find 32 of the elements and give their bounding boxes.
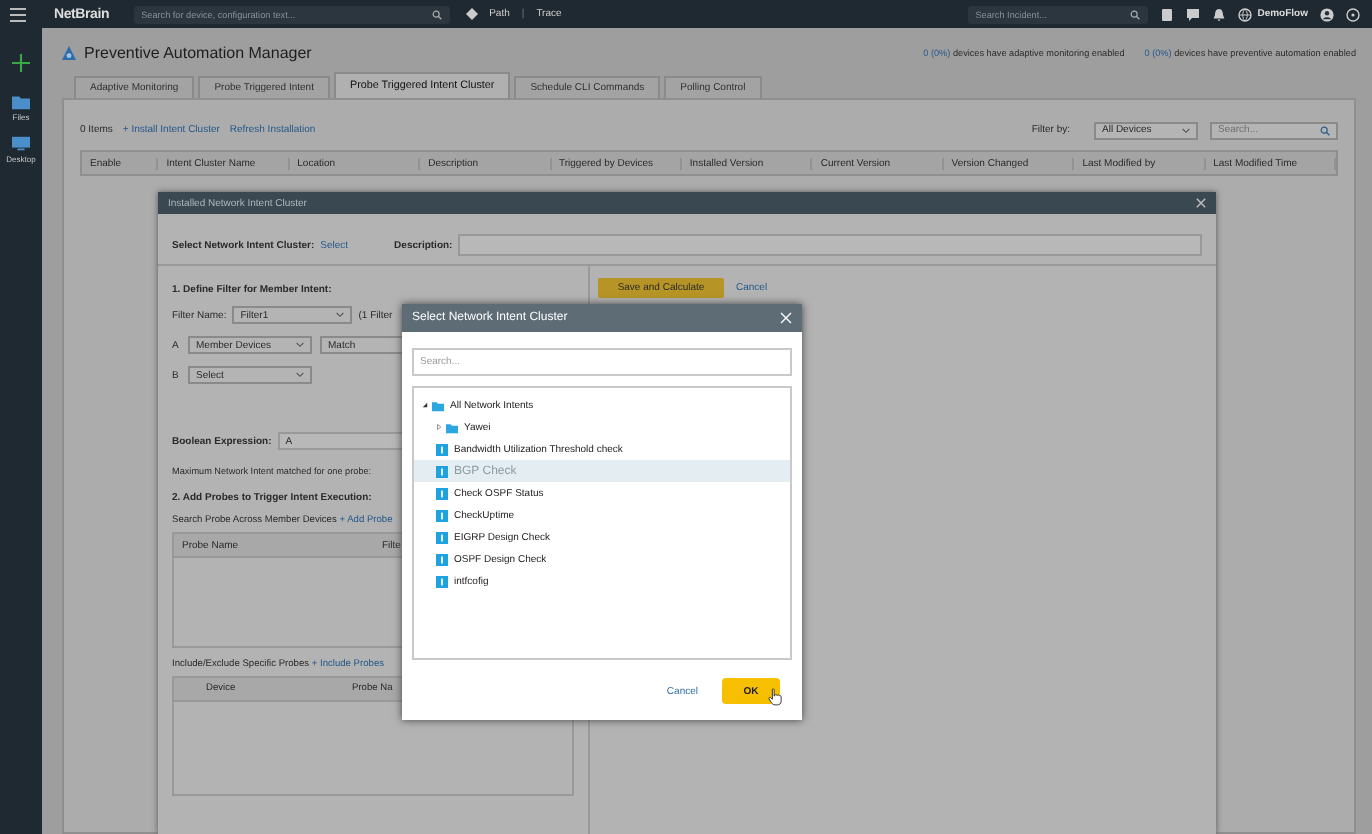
intent-icon [436, 553, 448, 565]
collapse-icon[interactable] [422, 402, 428, 408]
app-logo-icon [62, 45, 76, 59]
search-icon[interactable] [431, 9, 442, 19]
plus-icon[interactable] [12, 54, 30, 72]
caret-icon [296, 372, 304, 378]
intent-icon [436, 531, 448, 543]
intent-icon [436, 465, 448, 477]
path-icon[interactable] [465, 8, 478, 20]
hand-cursor-icon [768, 688, 782, 706]
menu-icon[interactable] [10, 7, 26, 21]
description-field[interactable] [458, 234, 1202, 256]
globe-icon[interactable] [1237, 7, 1252, 21]
intent-icon [436, 509, 448, 521]
expand-icon[interactable] [436, 424, 442, 430]
caret-icon [1182, 127, 1190, 133]
user-icon[interactable] [1320, 7, 1334, 21]
search-icon[interactable] [1320, 125, 1330, 135]
page-title: Preventive Automation Manager [84, 43, 312, 61]
intent-icon [436, 443, 448, 455]
folder-icon[interactable] [12, 94, 30, 110]
search-icon[interactable] [1129, 9, 1140, 19]
intent-icon [436, 575, 448, 587]
chat-icon[interactable] [1185, 7, 1200, 21]
monitor-icon[interactable] [12, 136, 30, 152]
close-icon[interactable] [1196, 198, 1206, 208]
bell-icon[interactable] [1211, 7, 1226, 21]
document-icon[interactable] [1159, 7, 1174, 21]
caret-icon [336, 312, 345, 318]
caret-icon [296, 342, 304, 348]
intent-icon [436, 487, 448, 499]
help-icon[interactable] [1346, 7, 1360, 21]
